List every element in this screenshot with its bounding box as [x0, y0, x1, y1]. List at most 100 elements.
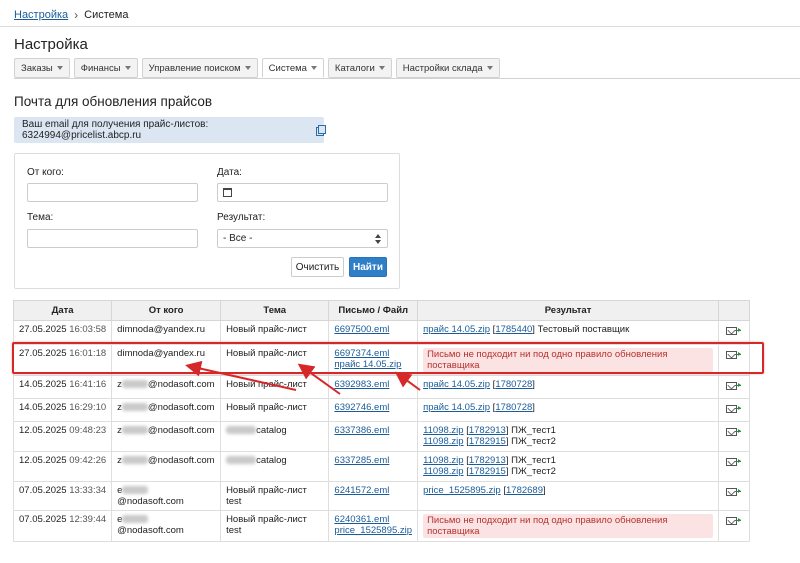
select-arrows-icon — [375, 234, 381, 244]
subject-input[interactable] — [27, 229, 198, 248]
col-header-result: Результат — [417, 300, 719, 321]
cell-from: e@nodasoft.com — [111, 510, 222, 542]
table-row: 14.05.2025 16:29:10 z @nodasoft.com Новый… — [12, 398, 750, 422]
col-header-subject: Тема — [220, 300, 330, 321]
cell-from: z @nodasoft.com — [111, 451, 222, 482]
result-label: Результат: — [217, 212, 266, 223]
copy-icon[interactable] — [315, 125, 327, 136]
result-id-link[interactable]: 1782915 — [469, 436, 506, 447]
cell-subject: catalog — [220, 451, 330, 482]
result-file-link[interactable]: 11098.zip — [423, 425, 464, 436]
subject-suffix: catalog — [256, 425, 287, 436]
mail-forward-icon[interactable] — [726, 381, 742, 391]
cell-date: 27.05.2025 16:03:58 — [12, 320, 113, 345]
result-id-link[interactable]: 1785440 — [495, 324, 532, 335]
cell-file: 6392983.eml — [328, 375, 419, 399]
chevron-right-icon: › — [74, 8, 79, 22]
result-id-link[interactable]: 1782913 — [469, 425, 506, 436]
tab-catalogs[interactable]: Каталоги — [327, 58, 392, 78]
result-file-link[interactable]: 11098.zip — [423, 466, 464, 477]
cell-actions — [718, 398, 750, 422]
date-text: 14.05.2025 — [19, 379, 67, 390]
cell-file: 6337285.eml — [328, 451, 419, 482]
result-id-link[interactable]: 1780728 — [495, 402, 532, 413]
error-badge: Письмо не подходит ни под одно правило о… — [423, 514, 713, 538]
cell-subject: Новый прайс-лист test — [220, 510, 330, 542]
result-selected-value: - Все - — [223, 233, 253, 244]
table-row: 12.05.2025 09:42:26 z @nodasoft.com catal… — [12, 451, 750, 482]
file-link[interactable]: 6241572.eml — [334, 485, 389, 496]
result-id-link[interactable]: 1782913 — [469, 455, 506, 466]
result-file-link[interactable]: 11098.zip — [423, 455, 464, 466]
tab-orders[interactable]: Заказы — [14, 58, 70, 78]
redacted-mask — [226, 456, 257, 465]
date-text: 14.05.2025 — [19, 402, 67, 413]
tab-label: Финансы — [80, 62, 121, 74]
breadcrumb-link-settings[interactable]: Настройка — [14, 9, 68, 21]
cell-from: z @nodasoft.com — [111, 375, 222, 399]
file-link[interactable]: 6697374.eml — [334, 348, 389, 359]
result-id-link[interactable]: 1782915 — [469, 466, 506, 477]
time-text: 16:01:18 — [69, 348, 107, 359]
cell-date: 27.05.2025 16:01:18 — [12, 344, 113, 376]
cell-result: Письмо не подходит ни под одно правило о… — [417, 344, 719, 376]
attachment-link[interactable]: прайс 14.05.zip — [334, 359, 401, 370]
find-button[interactable]: Найти — [349, 257, 387, 277]
cell-date: 12.05.2025 09:42:26 — [12, 451, 113, 482]
result-file-link[interactable]: прайс 14.05.zip — [423, 379, 490, 390]
redacted-mask — [121, 403, 148, 412]
file-link[interactable]: 6240361.eml — [334, 514, 389, 525]
subject-label: Тема: — [27, 212, 54, 223]
result-select[interactable]: - Все - — [217, 229, 388, 248]
clear-button[interactable]: Очистить — [291, 257, 344, 277]
cell-result: Письмо не подходит ни под одно правило о… — [417, 510, 719, 542]
tab-finance[interactable]: Финансы — [73, 58, 138, 78]
tab-label: Настройки склада — [402, 62, 483, 74]
from-suffix: @nodasoft.com — [117, 496, 184, 507]
result-file-link[interactable]: price_1525895.zip — [423, 485, 501, 496]
mail-forward-icon[interactable] — [726, 427, 742, 437]
result-id-link[interactable]: 1782689 — [506, 485, 543, 496]
tab-warehouse-settings[interactable]: Настройки склада — [395, 58, 500, 78]
filter-panel: От кого: Дата: Тема: Результат: - Все - … — [14, 153, 400, 289]
result-file-link[interactable]: прайс 14.05.zip — [423, 324, 490, 335]
cell-file: 6241572.eml — [328, 481, 419, 511]
cell-date: 14.05.2025 16:29:10 — [12, 398, 113, 422]
cell-subject: Новый прайс-лист — [220, 375, 330, 399]
mail-forward-icon[interactable] — [726, 350, 742, 360]
mail-forward-icon[interactable] — [726, 487, 742, 497]
tab-system[interactable]: Система — [261, 58, 324, 78]
mail-forward-icon[interactable] — [726, 457, 742, 467]
result-file-link[interactable]: прайс 14.05.zip — [423, 402, 490, 413]
mail-forward-icon[interactable] — [726, 516, 742, 526]
tab-search-management[interactable]: Управление поиском — [141, 58, 258, 78]
mail-forward-icon[interactable] — [726, 404, 742, 414]
table-row: 12.05.2025 09:48:23 z @nodasoft.com catal… — [12, 421, 750, 452]
date-input[interactable] — [217, 183, 388, 202]
tab-label: Заказы — [21, 62, 53, 74]
time-text: 12:39:44 — [69, 514, 107, 525]
table-row: 27.05.2025 16:01:18 dimnoda@yandex.ru Но… — [12, 344, 750, 376]
cell-from: z @nodasoft.com — [111, 421, 222, 452]
date-text: 12.05.2025 — [19, 425, 67, 436]
file-link[interactable]: 6337386.eml — [334, 425, 389, 436]
result-id-link[interactable]: 1780728 — [495, 379, 532, 390]
nav-tabs: Заказы Финансы Управление поиском Систем… — [14, 58, 500, 78]
file-link[interactable]: 6697500.eml — [334, 324, 389, 335]
file-link[interactable]: 6392983.eml — [334, 379, 389, 390]
mail-forward-icon[interactable] — [726, 326, 742, 336]
date-text: 27.05.2025 — [19, 348, 67, 359]
result-file-link[interactable]: 11098.zip — [423, 436, 464, 447]
cell-from: dimnoda@yandex.ru — [111, 344, 222, 376]
cell-result: прайс 14.05.zip [1780728] — [417, 375, 719, 399]
tab-label: Управление поиском — [148, 62, 241, 74]
file-link[interactable]: 6392746.eml — [334, 402, 389, 413]
subject-suffix: catalog — [256, 455, 287, 466]
from-input[interactable] — [27, 183, 198, 202]
file-link[interactable]: 6337285.eml — [334, 455, 389, 466]
attachment-link[interactable]: price_1525895.zip — [334, 525, 412, 536]
cell-subject: Новый прайс-лист — [220, 344, 330, 376]
tabs-divider — [14, 78, 800, 79]
table-row: 07.05.2025 13:33:34 e@nodasoft.com Новый… — [12, 481, 750, 511]
cell-subject: Новый прайс-лист — [220, 320, 330, 345]
